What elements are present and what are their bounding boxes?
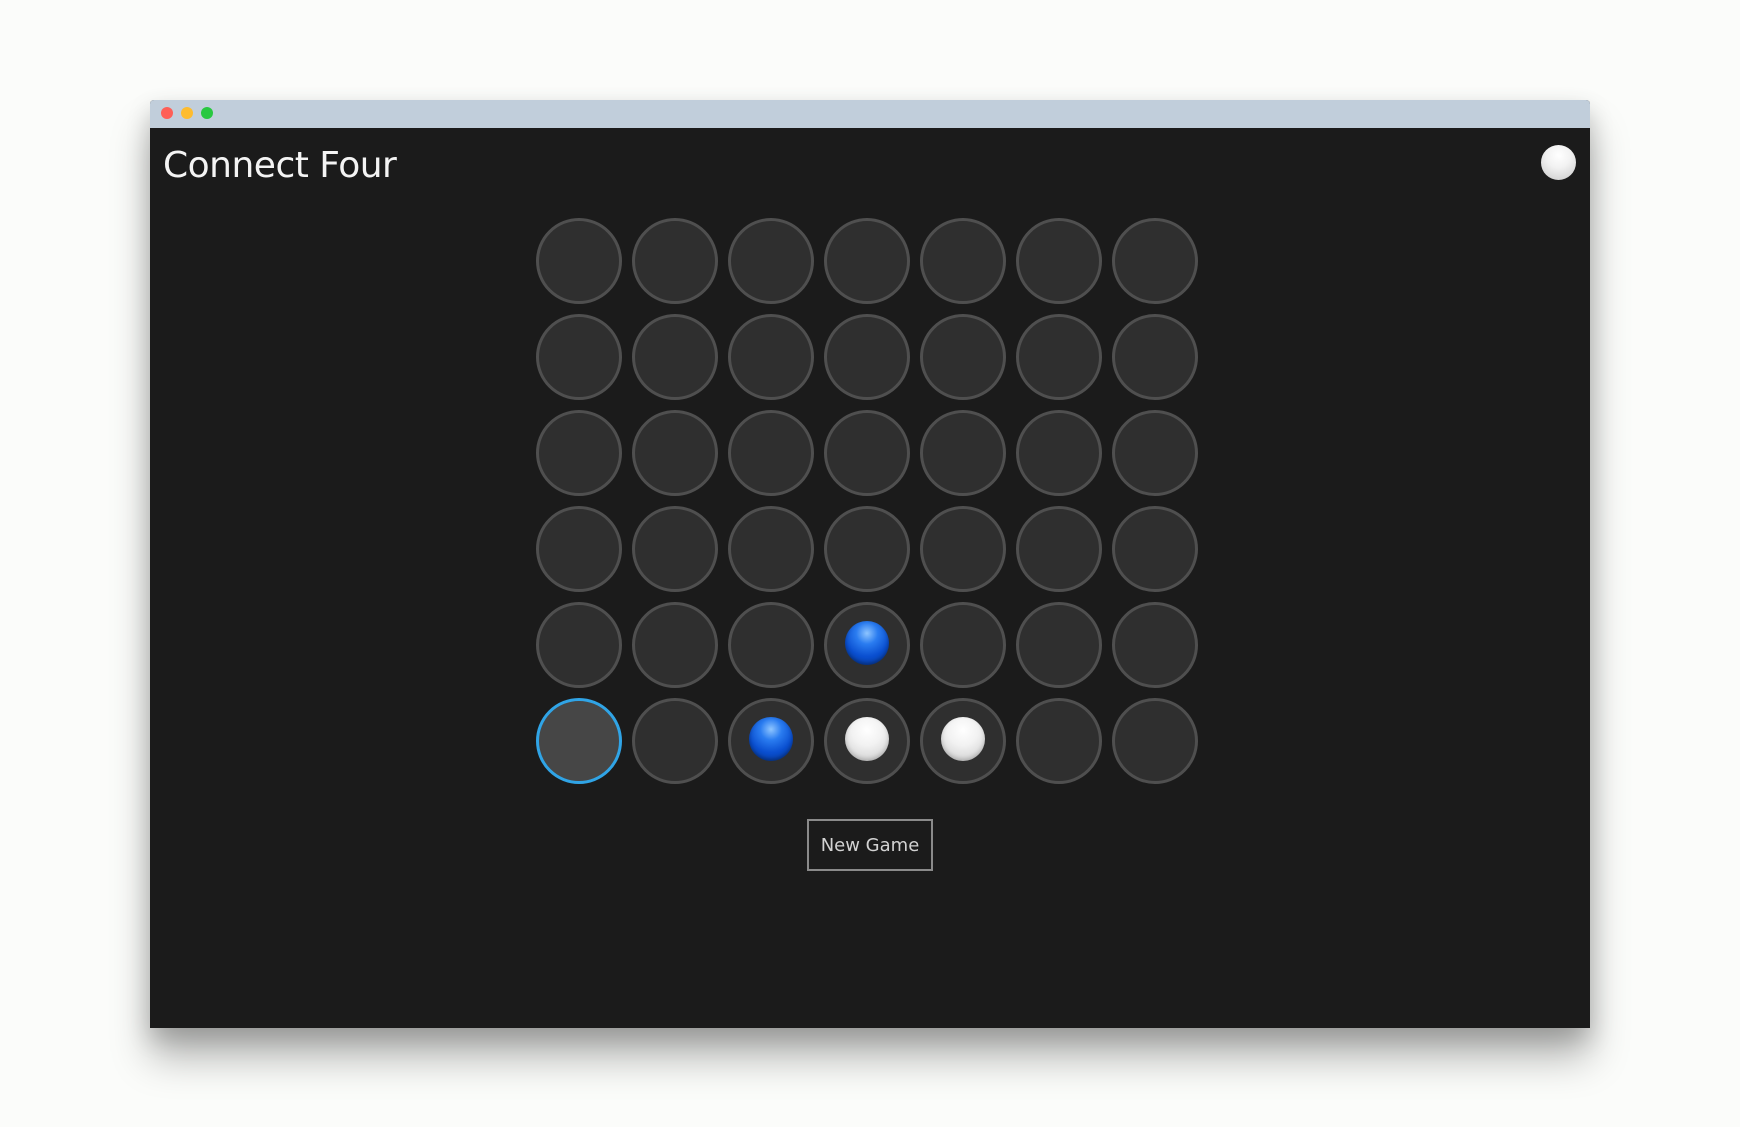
board-cell-r2-c1[interactable]: [536, 314, 622, 400]
board-cell-r1-c1[interactable]: [536, 218, 622, 304]
new-game-button[interactable]: New Game: [807, 819, 933, 871]
board-cell-r3-c3[interactable]: [728, 410, 814, 496]
title-bar: [150, 100, 1590, 128]
board-cell-r6-c6[interactable]: [1016, 698, 1102, 784]
board-cell-r4-c6[interactable]: [1016, 506, 1102, 592]
board-cell-r3-c4[interactable]: [824, 410, 910, 496]
board-cell-r6-c3[interactable]: [728, 698, 814, 784]
app-title: Connect Four: [163, 145, 397, 186]
board-cell-r5-c5[interactable]: [920, 602, 1006, 688]
board-cell-r2-c3[interactable]: [728, 314, 814, 400]
minimize-window-button[interactable]: [181, 107, 193, 119]
board-cell-r4-c1[interactable]: [536, 506, 622, 592]
board-cell-r5-c6[interactable]: [1016, 602, 1102, 688]
board-cell-r2-c6[interactable]: [1016, 314, 1102, 400]
board-cell-r5-c4[interactable]: [824, 602, 910, 688]
board-cell-r4-c3[interactable]: [728, 506, 814, 592]
board-cell-r3-c1[interactable]: [536, 410, 622, 496]
board-cell-r4-c5[interactable]: [920, 506, 1006, 592]
board-cell-r5-c3[interactable]: [728, 602, 814, 688]
app-window: Connect Four New Game: [150, 100, 1590, 1028]
board-cell-r5-c7[interactable]: [1112, 602, 1198, 688]
board-cell-r3-c7[interactable]: [1112, 410, 1198, 496]
white-piece: [941, 717, 985, 761]
board-cell-r6-c5[interactable]: [920, 698, 1006, 784]
board-cell-r6-c4[interactable]: [824, 698, 910, 784]
board-cell-r1-c3[interactable]: [728, 218, 814, 304]
board-cell-r4-c7[interactable]: [1112, 506, 1198, 592]
board-cell-r6-c2[interactable]: [632, 698, 718, 784]
maximize-window-button[interactable]: [201, 107, 213, 119]
board-cell-r3-c5[interactable]: [920, 410, 1006, 496]
board-cell-r2-c4[interactable]: [824, 314, 910, 400]
board-cell-r1-c5[interactable]: [920, 218, 1006, 304]
game-board: [536, 218, 1208, 794]
board-cell-r1-c2[interactable]: [632, 218, 718, 304]
board-cell-r2-c2[interactable]: [632, 314, 718, 400]
board-cell-r3-c6[interactable]: [1016, 410, 1102, 496]
board-cell-r1-c7[interactable]: [1112, 218, 1198, 304]
blue-piece: [749, 717, 793, 761]
board-cell-r1-c6[interactable]: [1016, 218, 1102, 304]
board-cell-r4-c2[interactable]: [632, 506, 718, 592]
white-piece: [845, 717, 889, 761]
current-turn-indicator: [1541, 145, 1576, 180]
board-cell-r5-c2[interactable]: [632, 602, 718, 688]
board-cell-r4-c4[interactable]: [824, 506, 910, 592]
board-cell-r6-c1[interactable]: [536, 698, 622, 784]
board-cell-r1-c4[interactable]: [824, 218, 910, 304]
blue-piece: [845, 621, 889, 665]
board-cell-r5-c1[interactable]: [536, 602, 622, 688]
board-cell-r6-c7[interactable]: [1112, 698, 1198, 784]
board-cell-r2-c7[interactable]: [1112, 314, 1198, 400]
board-cell-r2-c5[interactable]: [920, 314, 1006, 400]
close-window-button[interactable]: [161, 107, 173, 119]
board-cell-r3-c2[interactable]: [632, 410, 718, 496]
